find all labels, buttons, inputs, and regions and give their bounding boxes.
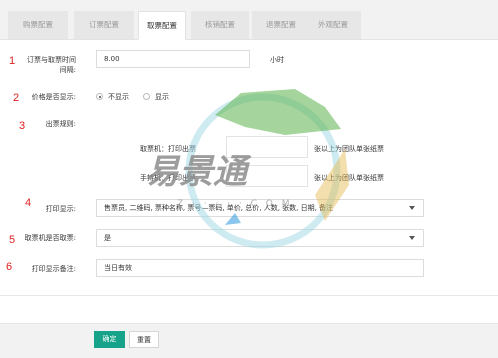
handheld-rule-input[interactable] (226, 165, 308, 187)
print-display-select[interactable]: 售票员, 二维码, 票种名称, 票号—票码, 单价, 总价, 人数, 张数, 日… (96, 199, 424, 217)
radio-show-price[interactable] (143, 93, 150, 100)
tab-label: 取票配置 (147, 21, 177, 30)
kiosk-rule-input[interactable] (226, 136, 308, 158)
print-display-label: 打印显示: (45, 205, 76, 213)
tab-pickup-config[interactable]: 取票配置 (138, 11, 186, 40)
radio-hide-price[interactable] (96, 93, 103, 100)
kiosk-value: 是 (104, 234, 111, 242)
watermark-leaf (215, 89, 341, 135)
tab-refund-config[interactable]: 退票配置 (252, 11, 310, 39)
radio-show-price-label: 显示 (155, 93, 169, 101)
tab-bar: 购票配置 订票配置 取票配置 核销配置 退票配置 外观配置 (0, 0, 498, 40)
confirm-button[interactable]: 确定 (94, 331, 125, 348)
handheld-rule-label: 手持机：打印出票 (140, 174, 196, 182)
interval-unit: 小时 (270, 56, 284, 64)
reset-button[interactable]: 重置 (129, 331, 159, 348)
show-price-label: 价格是否显示: (31, 93, 76, 101)
tab-label: 购票配置 (23, 20, 53, 29)
chevron-down-icon (409, 236, 415, 240)
kiosk-select[interactable]: 是 (96, 229, 424, 247)
print-display-value: 售票员, 二维码, 票种名称, 票号—票码, 单价, 总价, 人数, 张数, 日… (104, 204, 334, 212)
tab-purchase-config[interactable]: 购票配置 (8, 11, 68, 39)
kiosk-label: 取票机是否取票: (24, 234, 76, 242)
print-note-label: 打印显示备注: (31, 265, 76, 273)
handheld-rule-suffix: 张以上为团队单张纸票 (314, 174, 384, 182)
tab-verify-config[interactable]: 核销配置 (191, 11, 249, 39)
print-note-value: 当日有效 (104, 264, 132, 272)
interval-label-line2: 间隔: (59, 66, 76, 74)
tab-label: 外观配置 (318, 20, 348, 29)
print-note-input[interactable]: 当日有效 (96, 259, 424, 277)
footer-bar (0, 323, 498, 358)
tab-label: 订票配置 (89, 20, 119, 29)
tab-label: 核销配置 (205, 20, 235, 29)
interval-value: 8.00 (104, 55, 120, 63)
interval-input[interactable]: 8.00 (96, 50, 250, 68)
tab-label: 退票配置 (266, 20, 296, 29)
interval-label-line1: 订票与取票时间 (27, 56, 76, 64)
radio-hide-price-label: 不显示 (108, 93, 129, 101)
rules-label: 出票规则: (45, 120, 76, 128)
tab-appearance-config[interactable]: 外观配置 (305, 11, 361, 39)
kiosk-rule-label: 取票机：打印出票 (140, 145, 196, 153)
interval-label: 订票与取票时间 间隔: (10, 55, 76, 75)
chevron-down-icon (409, 206, 415, 210)
kiosk-rule-suffix: 张以上为团队单张纸票 (314, 145, 384, 153)
divider (0, 295, 498, 296)
tab-booking-config[interactable]: 订票配置 (74, 11, 134, 39)
